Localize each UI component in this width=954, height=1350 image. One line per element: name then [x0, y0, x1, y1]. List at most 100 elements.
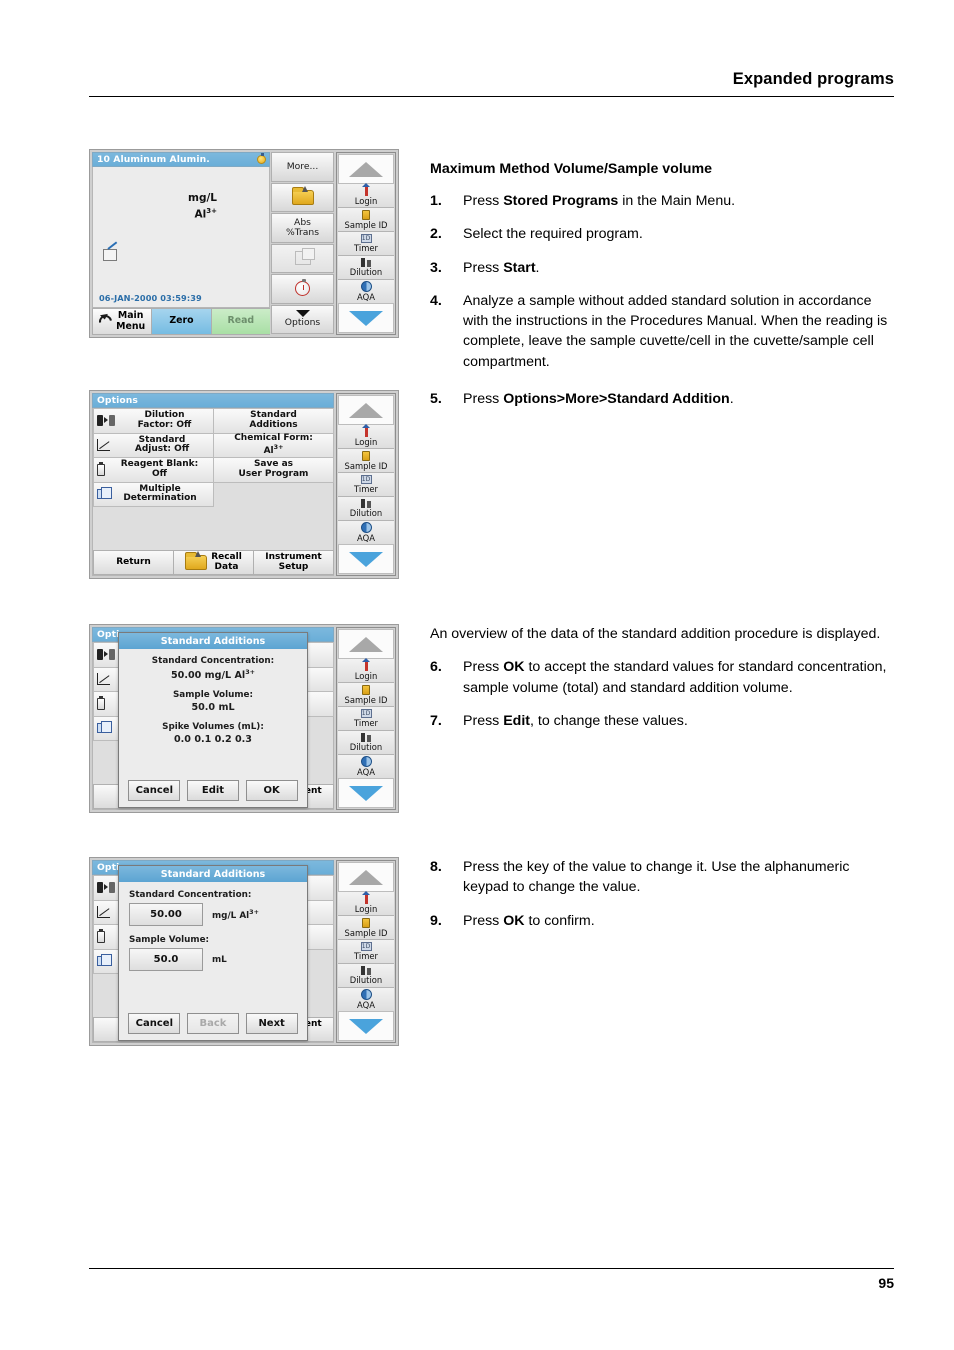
main-menu-button[interactable]: Main Menu — [92, 308, 153, 335]
step-item: 9. Press OK to confirm. — [430, 911, 898, 931]
nav-login[interactable]: Login — [338, 657, 394, 683]
reading-screen-main: 10 Aluminum Alumin. mg/L Al3+ 06-JAN-200… — [92, 152, 270, 335]
instructions-block-3: An overview of the data of the standard … — [430, 624, 898, 744]
nav-scroll-down-button[interactable] — [338, 778, 394, 808]
reading-titlebar: 10 Aluminum Alumin. — [92, 152, 270, 167]
softkey-timer[interactable] — [271, 274, 334, 304]
options-screen-main: Options — [92, 627, 334, 810]
multiple-determination-icon — [97, 721, 112, 734]
lamp-icon — [257, 153, 266, 164]
option-standard-additions[interactable]: Standard Additions — [213, 408, 334, 434]
nav-login[interactable]: Login — [338, 423, 394, 449]
page-footer: 95 — [89, 1268, 894, 1291]
option-dilution-factor[interactable]: Dilution Factor: Off — [93, 408, 214, 434]
read-button[interactable]: Read — [210, 308, 270, 335]
options-screen-main: Options Dilution Factor: Off Standard Addi… — [92, 393, 334, 576]
cancel-button[interactable]: Cancel — [128, 1013, 181, 1034]
ok-button[interactable]: OK — [245, 780, 298, 801]
sample-volume-field[interactable]: 50.0 — [129, 948, 203, 971]
option-multiple-determination[interactable]: Multiple Determination — [93, 481, 214, 507]
step-text: Press Start. — [463, 259, 540, 276]
timer-icon: 1D — [360, 475, 372, 485]
recall-data-button[interactable]: Recall Data — [173, 550, 254, 575]
step-item: 3. Press Start. — [430, 258, 898, 278]
section-title: Maximum Method Volume/Sample volume — [430, 161, 712, 177]
instructions-block-1: Maximum Method Volume/Sample volume 1. P… — [430, 161, 898, 385]
standard-adjust-icon — [97, 906, 110, 919]
nav-scroll-down-button[interactable] — [338, 303, 394, 333]
timer-icon — [295, 278, 310, 297]
nav-scroll-down-button[interactable] — [338, 1011, 394, 1041]
chevron-up-icon — [349, 869, 383, 885]
nav-key-list: Login Sample ID 1D Timer Dilution AQA — [338, 423, 394, 544]
softkey-more[interactable]: More... — [271, 152, 334, 182]
nav-sample-id[interactable]: Sample ID — [338, 683, 394, 707]
nav-aqa[interactable]: AQA — [338, 755, 394, 778]
options-row: Multiple Determination — [93, 481, 333, 507]
zero-button[interactable]: Zero — [151, 308, 212, 335]
nav-scroll-down-button[interactable] — [338, 544, 394, 574]
option-save-as-user-program[interactable]: Save as User Program — [213, 457, 334, 483]
step-number: 4. — [430, 292, 442, 309]
options-body: Dilution Factor: Off Standard Additions St… — [92, 408, 334, 576]
nav-dilution[interactable]: Dilution — [338, 964, 394, 988]
nav-dilution[interactable]: Dilution — [338, 256, 394, 280]
nav-sample-id[interactable]: Sample ID — [338, 208, 394, 232]
step-text: Analyze a sample without added standard … — [463, 292, 888, 370]
chevron-down-icon — [349, 1018, 383, 1034]
step-number: 6. — [430, 659, 442, 676]
next-button[interactable]: Next — [245, 1013, 298, 1034]
timer-icon: 1D — [360, 709, 372, 719]
nav-timer[interactable]: 1D Timer — [338, 707, 394, 731]
softkey-options[interactable]: Options — [271, 304, 334, 334]
nav-dilution[interactable]: Dilution — [338, 497, 394, 521]
step-number: 9. — [430, 912, 442, 929]
nav-scroll-up-button[interactable] — [338, 629, 394, 659]
step-item: 6. Press OK to accept the standard value… — [430, 657, 898, 698]
step-number: 8. — [430, 859, 442, 875]
instrument-setup-button[interactable]: InstrumentSetup — [253, 550, 334, 575]
nav-scroll-up-button[interactable] — [338, 395, 394, 425]
option-standard-adjust[interactable]: Standard Adjust: Off — [93, 432, 214, 458]
nav-scroll-up-button[interactable] — [338, 154, 394, 184]
instructions-block-4: 8. Press the key of the value to change … — [430, 857, 898, 944]
nav-login[interactable]: Login — [338, 890, 394, 916]
timer-icon: 1D — [360, 942, 372, 952]
return-button[interactable]: Return — [93, 550, 174, 575]
vial-icon — [97, 928, 105, 943]
nav-aqa[interactable]: AQA — [338, 521, 394, 544]
option-reagent-blank[interactable]: Reagent Blank: Off — [93, 457, 214, 483]
chevron-up-icon — [349, 402, 383, 418]
reading-title-text: 10 Aluminum Alumin. — [97, 154, 210, 165]
option-chemical-form[interactable]: Chemical Form: Al3+ — [213, 432, 334, 458]
nav-timer[interactable]: 1D Timer — [338, 473, 394, 497]
timer-icon: 1D — [360, 234, 372, 244]
nav-login[interactable]: Login — [338, 182, 394, 208]
standard-concentration-field[interactable]: 50.00 — [129, 903, 203, 926]
reading-unit-block: mg/L Al3+ — [188, 191, 217, 223]
cancel-button[interactable]: Cancel — [128, 780, 181, 801]
step-text: Press Edit, to change these values. — [463, 712, 688, 729]
dialog-footer: Cancel Edit OK — [119, 779, 307, 807]
step-item: 5. Press Options>More>Standard Addition. — [430, 389, 898, 409]
softkey-recall-data[interactable] — [271, 182, 334, 212]
sample-volume-row: 50.0 mL — [129, 948, 297, 971]
nav-dilution[interactable]: Dilution — [338, 731, 394, 755]
nav-timer[interactable]: 1D Timer — [338, 940, 394, 964]
spike-volumes-value: 0.0 0.1 0.2 0.3 — [173, 734, 252, 746]
multiple-determination-icon — [97, 487, 112, 500]
sample-id-icon — [362, 450, 370, 461]
nav-aqa[interactable]: AQA — [338, 280, 394, 303]
edit-pencil-icon[interactable] — [103, 249, 117, 261]
nav-sample-id[interactable]: Sample ID — [338, 916, 394, 940]
nav-sample-id[interactable]: Sample ID — [338, 449, 394, 473]
document-page: Expanded programs 10 Aluminum Alumin. mg… — [0, 0, 954, 1350]
edit-dialog-nav-column: Login Sample ID 1D Timer Dilution AQA — [336, 860, 396, 1043]
nav-timer[interactable]: 1D Timer — [338, 232, 394, 256]
nav-aqa[interactable]: AQA — [338, 988, 394, 1011]
softkey-abs-trans[interactable]: Abs %Trans — [271, 213, 334, 243]
aqa-icon — [360, 989, 372, 1001]
edit-button[interactable]: Edit — [186, 780, 239, 801]
nav-scroll-up-button[interactable] — [338, 862, 394, 892]
chevron-down-icon — [349, 785, 383, 801]
